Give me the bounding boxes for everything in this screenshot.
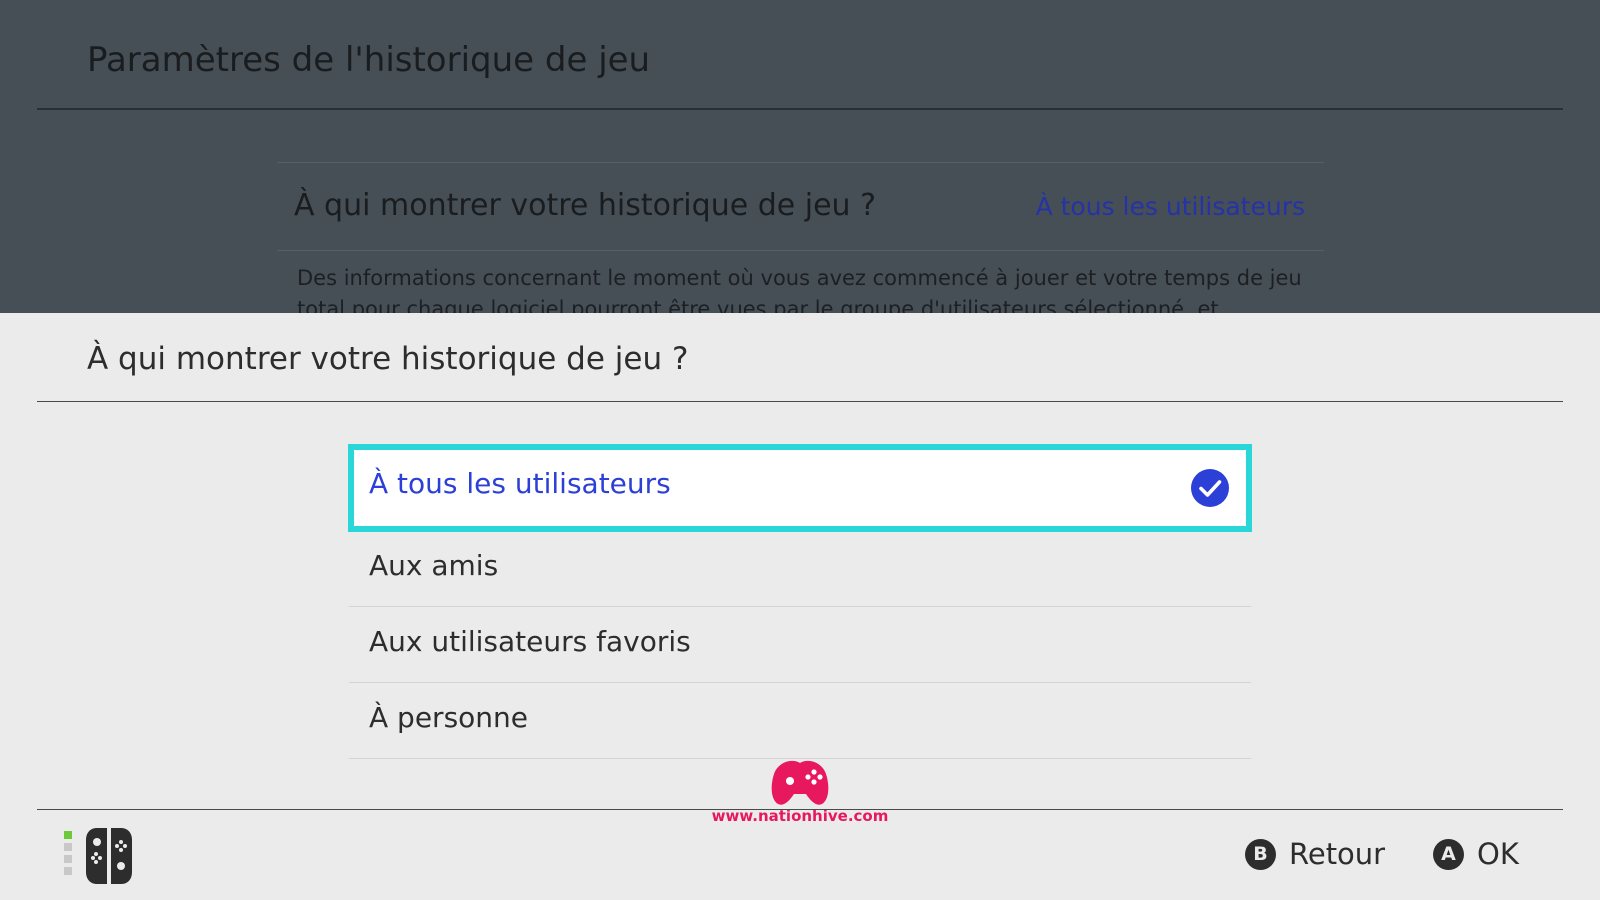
option-nobody[interactable]: À personne [349, 683, 1251, 759]
background-setting-value: À tous les utilisateurs [1035, 192, 1305, 221]
back-hint[interactable]: B Retour [1245, 837, 1385, 871]
popup-title: À qui montrer votre historique de jeu ? [87, 341, 689, 377]
footer-divider [37, 809, 1563, 810]
option-label: À personne [369, 701, 529, 734]
option-list: À tous les utilisateurs Aux amis Aux uti… [349, 445, 1251, 759]
b-button-icon: B [1245, 838, 1276, 870]
checkmark-icon [1191, 469, 1229, 507]
gamepad-logo-icon [771, 760, 829, 805]
background-row-divider-top [277, 162, 1324, 163]
option-favorite-users[interactable]: Aux utilisateurs favoris [349, 607, 1251, 683]
background-page-title: Paramètres de l'historique de jeu [87, 40, 651, 80]
background-description: Des informations concernant le moment où… [297, 266, 1302, 313]
background-title-divider [37, 108, 1563, 110]
background-row-divider-bottom [277, 250, 1324, 251]
option-label: À tous les utilisateurs [369, 467, 671, 500]
option-friends[interactable]: Aux amis [349, 531, 1251, 607]
ok-hint[interactable]: A OK [1433, 837, 1519, 871]
a-button-icon: A [1433, 838, 1464, 870]
ok-label: OK [1477, 837, 1519, 871]
background-settings-screen: Paramètres de l'historique de jeu À qui … [0, 0, 1600, 313]
option-all-users[interactable]: À tous les utilisateurs [349, 445, 1251, 531]
popup-title-divider [37, 401, 1563, 402]
option-label: Aux amis [369, 549, 499, 582]
joycon-icon [64, 828, 144, 884]
watermark: www.nationhive.com [700, 754, 900, 829]
back-label: Retour [1289, 837, 1386, 871]
option-label: Aux utilisateurs favoris [369, 625, 691, 658]
background-setting-label: À qui montrer votre historique de jeu ? [294, 188, 876, 223]
